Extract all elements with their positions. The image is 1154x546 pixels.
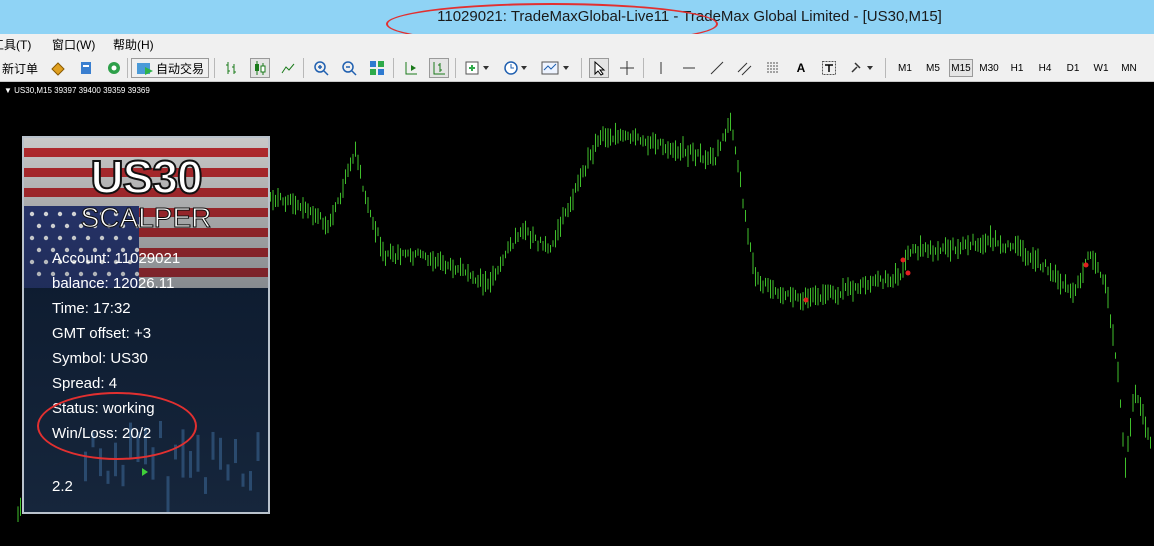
timeframe-m5[interactable]: M5 (921, 59, 945, 77)
zoom-in-icon[interactable] (311, 58, 331, 78)
timeframe-m30[interactable]: M30 (977, 59, 1001, 77)
toolbar-separator (581, 58, 582, 78)
spread-text: Spread: 4 (52, 375, 118, 392)
trade-marker (803, 297, 809, 303)
toolbar-separator (214, 58, 215, 78)
bar-chart-icon[interactable] (222, 58, 242, 78)
logo-subtitle: SCALPER (80, 202, 212, 234)
title-bar: 11029021: TradeMaxGlobal-Live11 - TradeM… (0, 0, 1154, 45)
text-tool-button[interactable]: A (791, 58, 811, 78)
time-text: Time: 17:32 (52, 300, 131, 317)
gmt-offset-text: GMT offset: +3 (52, 325, 152, 342)
toolbar: 新订单 自动交易 A M1 M5 M15 M30 H1 H4 D1 W1 MN (0, 54, 1154, 82)
fibonacci-icon[interactable] (763, 58, 783, 78)
logo-title: US30 (89, 150, 203, 204)
timeframe-mn[interactable]: MN (1117, 59, 1141, 77)
line-chart-icon[interactable] (278, 58, 298, 78)
value-text: 2.2 (52, 478, 73, 495)
arrows-dropdown-icon[interactable] (847, 58, 877, 78)
status-highlight-ellipse (37, 392, 197, 460)
auto-trading-icon (136, 63, 153, 75)
market-watch-icon[interactable] (48, 58, 68, 78)
auto-trading-button[interactable]: 自动交易 (131, 58, 209, 78)
ea-info-panel: US30 SCALPER Account: 11029021 balance: … (22, 136, 270, 514)
menu-tools[interactable]: 工具(T) (0, 36, 31, 53)
text-label-icon[interactable] (819, 58, 839, 78)
timeframe-h1[interactable]: H1 (1005, 59, 1029, 77)
toolbar-separator (455, 58, 456, 78)
equidistant-channel-icon[interactable] (735, 58, 755, 78)
account-text: Account: 11029021 (52, 250, 181, 267)
timeframe-h4[interactable]: H4 (1033, 59, 1057, 77)
vertical-line-icon[interactable] (651, 58, 671, 78)
chart-menu-arrow-icon[interactable]: ▼ (4, 86, 14, 95)
timeframe-m15[interactable]: M15 (949, 59, 973, 77)
chart-header: ▼ US30,M15 39397 39400 39359 39369 (4, 86, 150, 95)
toolbar-separator (885, 58, 886, 78)
new-order-button[interactable]: 新订单 (2, 58, 38, 78)
toolbar-separator (303, 58, 304, 78)
indicators-dropdown-icon[interactable] (463, 58, 493, 78)
menu-bar: 工具(T) 窗口(W) 帮助(H) (0, 34, 1154, 54)
crosshair-icon[interactable] (617, 58, 637, 78)
chart-symbol-quote: US30,M15 39397 39400 39359 39369 (14, 86, 150, 95)
chart-shift-icon[interactable] (429, 58, 449, 78)
toolbar-separator (127, 58, 128, 78)
signals-icon[interactable] (104, 58, 124, 78)
auto-scroll-icon[interactable] (401, 58, 421, 78)
candlestick-icon[interactable] (250, 58, 270, 78)
templates-dropdown-icon[interactable] (539, 58, 573, 78)
auto-trading-label: 自动交易 (155, 61, 204, 76)
navigator-icon[interactable] (76, 58, 96, 78)
zoom-out-icon[interactable] (339, 58, 359, 78)
trade-marker (900, 257, 906, 263)
timeframe-w1[interactable]: W1 (1089, 59, 1113, 77)
toolbar-separator (393, 58, 394, 78)
trendline-icon[interactable] (707, 58, 727, 78)
menu-help[interactable]: 帮助(H) (113, 36, 154, 53)
balance-text: balance: 12026.11 (52, 275, 175, 292)
trade-marker (1083, 262, 1089, 268)
periods-dropdown-icon[interactable] (501, 58, 531, 78)
toolbar-separator (643, 58, 644, 78)
symbol-text: Symbol: US30 (52, 350, 148, 367)
trade-marker (905, 270, 911, 276)
timeframe-m1[interactable]: M1 (893, 59, 917, 77)
timeframe-d1[interactable]: D1 (1061, 59, 1085, 77)
horizontal-line-icon[interactable] (679, 58, 699, 78)
tile-windows-icon[interactable] (367, 58, 387, 78)
menu-window[interactable]: 窗口(W) (52, 36, 95, 53)
cursor-icon[interactable] (589, 58, 609, 78)
